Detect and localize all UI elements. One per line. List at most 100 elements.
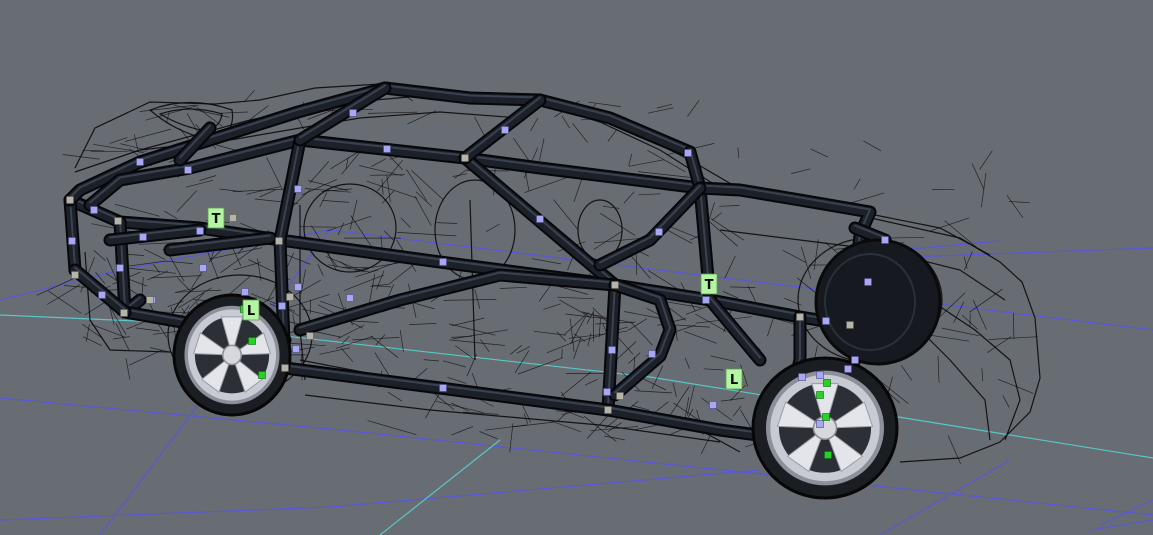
mesh-edge: [602, 205, 620, 209]
wheel-node[interactable]: [824, 451, 832, 459]
wheel-node[interactable]: [248, 337, 256, 345]
cage-node[interactable]: [184, 166, 192, 174]
cage-node[interactable]: [383, 145, 391, 153]
anchor-node[interactable]: [146, 296, 154, 304]
cage-node[interactable]: [68, 237, 76, 245]
mesh-edge: [980, 173, 987, 208]
anchor-node[interactable]: [306, 332, 314, 340]
mesh-edge: [499, 286, 528, 289]
mesh-edge: [337, 222, 345, 236]
cage-node[interactable]: [603, 388, 611, 396]
mesh-edge: [451, 426, 474, 436]
anchor-node[interactable]: [229, 214, 237, 222]
mesh-edge: [448, 323, 496, 336]
wheel-node[interactable]: [258, 371, 266, 379]
cage-node[interactable]: [655, 228, 663, 236]
anchor-node[interactable]: [616, 392, 624, 400]
cage-node[interactable]: [294, 185, 302, 193]
mesh-edge: [82, 324, 103, 339]
cage-node[interactable]: [844, 365, 852, 373]
cage-node[interactable]: [349, 109, 357, 117]
cage-node[interactable]: [439, 384, 447, 392]
mesh-edge: [300, 226, 336, 228]
anchor-node[interactable]: [796, 313, 804, 321]
mesh-edge: [400, 217, 411, 228]
wheel-node[interactable]: [816, 391, 824, 399]
anchor-node[interactable]: [286, 293, 294, 301]
mesh-edge: [370, 335, 399, 358]
anchor-node[interactable]: [281, 364, 289, 372]
anchor-node[interactable]: [66, 196, 74, 204]
mesh-edge: [530, 117, 539, 132]
mesh-edge: [414, 196, 432, 226]
mesh-edge: [443, 360, 466, 368]
cage-node[interactable]: [816, 420, 824, 428]
cage-node[interactable]: [116, 264, 124, 272]
3d-viewport[interactable]: T T L L: [0, 0, 1153, 535]
mesh-edge: [747, 285, 756, 302]
mesh-edge: [561, 371, 591, 397]
node-tag-t[interactable]: T: [700, 273, 718, 295]
cage-node[interactable]: [702, 296, 710, 304]
mesh-edge: [524, 176, 569, 194]
cage-node[interactable]: [536, 215, 544, 223]
wheel-node[interactable]: [822, 413, 830, 421]
mesh-edge: [607, 422, 622, 432]
mesh-edge: [480, 339, 490, 353]
mesh-edge: [782, 249, 807, 263]
anchor-node[interactable]: [114, 217, 122, 225]
anchor-node[interactable]: [120, 309, 128, 317]
cage-node[interactable]: [816, 371, 824, 379]
cage-node[interactable]: [241, 288, 249, 296]
cage-node[interactable]: [798, 373, 806, 381]
tag-label: T: [212, 212, 221, 227]
cage-node[interactable]: [346, 294, 354, 302]
cage-node[interactable]: [199, 264, 207, 272]
anchor-node[interactable]: [71, 271, 79, 279]
anchor-node[interactable]: [275, 237, 283, 245]
cage-node[interactable]: [196, 227, 204, 235]
mesh-edge: [703, 368, 724, 371]
node-tag-t[interactable]: T: [207, 207, 225, 229]
cage-node[interactable]: [292, 345, 300, 353]
cage-node[interactable]: [136, 158, 144, 166]
mesh-edge: [167, 300, 184, 307]
mesh-edge: [177, 277, 191, 292]
cage-node[interactable]: [881, 236, 889, 244]
cage-node[interactable]: [864, 278, 872, 286]
mesh-edge: [863, 140, 882, 152]
mesh-edge: [147, 270, 169, 281]
cage-node[interactable]: [90, 206, 98, 214]
cage-node[interactable]: [139, 233, 147, 241]
grid-line: [0, 397, 341, 431]
cage-node[interactable]: [851, 356, 859, 364]
cage-node[interactable]: [684, 149, 692, 157]
mesh-edge: [366, 180, 418, 199]
mesh-edge: [561, 348, 563, 359]
cage-node[interactable]: [98, 291, 106, 299]
mesh-edge: [326, 215, 372, 232]
cage-node[interactable]: [709, 401, 717, 409]
wheel-node[interactable]: [823, 379, 831, 387]
cage-node[interactable]: [608, 346, 616, 354]
mesh-edge: [740, 409, 752, 428]
cage-node[interactable]: [439, 258, 447, 266]
anchor-node[interactable]: [846, 321, 854, 329]
mesh-edge: [561, 116, 570, 129]
mesh-edge: [553, 199, 579, 230]
cage-node[interactable]: [278, 302, 286, 310]
node-tag-l[interactable]: L: [725, 368, 743, 390]
mesh-edge: [93, 250, 106, 261]
anchor-node[interactable]: [611, 281, 619, 289]
mesh-edge: [579, 326, 628, 343]
grid-line: [329, 469, 761, 508]
mesh-edge: [112, 336, 130, 340]
anchor-node[interactable]: [461, 154, 469, 162]
cage-node[interactable]: [294, 283, 302, 291]
cage-node[interactable]: [822, 317, 830, 325]
mesh-edge: [350, 215, 373, 248]
node-tag-l[interactable]: L: [242, 299, 260, 321]
anchor-node[interactable]: [604, 406, 612, 414]
cage-node[interactable]: [501, 126, 509, 134]
cage-node[interactable]: [648, 350, 656, 358]
